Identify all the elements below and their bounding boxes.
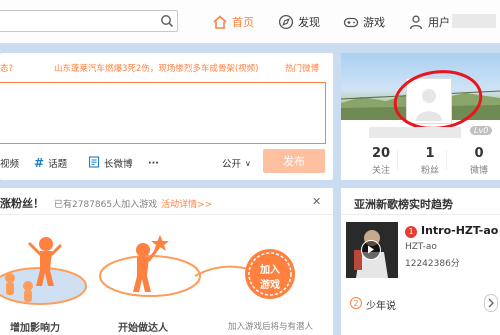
play-icon[interactable] bbox=[361, 240, 381, 260]
more-icon[interactable]: ··· bbox=[148, 156, 159, 170]
nav-label-home: 首页 bbox=[232, 16, 254, 29]
posts-label[interactable]: 微博 bbox=[464, 163, 494, 176]
rank-badge: 2 bbox=[350, 297, 362, 309]
ticker-news-link[interactable]: 山东蓬莱汽车燃爆3死2伤，现场惨烈多车成骨架(视频) bbox=[54, 62, 258, 74]
song-artist[interactable]: HZT-ao bbox=[405, 242, 437, 252]
following-label[interactable]: 关注 bbox=[366, 163, 396, 176]
step-expert-label: 开始做达人 bbox=[118, 323, 168, 334]
posts-count[interactable]: 0 bbox=[464, 146, 494, 161]
long-post-icon bbox=[88, 155, 100, 171]
next-arrow-icon[interactable] bbox=[484, 294, 498, 312]
post-textarea[interactable] bbox=[0, 82, 326, 144]
hashtag-icon: # bbox=[34, 156, 45, 170]
hot-posts-link[interactable]: 热门微博 bbox=[285, 62, 319, 74]
long-post-tool-label: 长微博 bbox=[104, 159, 133, 170]
stat-divider bbox=[397, 150, 398, 170]
post-button[interactable]: 发布 bbox=[263, 149, 325, 173]
close-icon[interactable]: ✕ bbox=[312, 195, 321, 208]
song-chart-title[interactable]: 亚洲新歌榜实时趋势 bbox=[354, 196, 453, 212]
annotation-red-circle bbox=[393, 70, 483, 130]
home-icon bbox=[212, 14, 228, 30]
join-badge-line1[interactable]: 加入 bbox=[260, 261, 280, 276]
nav-item-discover[interactable]: 发现 bbox=[278, 12, 320, 32]
fans-illustration bbox=[0, 235, 295, 305]
search-input[interactable] bbox=[0, 10, 178, 32]
tool-long-post[interactable]: 长微博 bbox=[88, 155, 133, 171]
nav-label-user: 用户 bbox=[428, 16, 450, 29]
song-title[interactable]: 少年说 bbox=[366, 297, 396, 312]
username-redacted bbox=[452, 14, 496, 28]
song-title[interactable]: Intro-HZT-ao bbox=[421, 224, 498, 237]
joined-count: 已有2787865人加入游戏 bbox=[54, 200, 158, 210]
chevron-down-icon: ∨ bbox=[245, 158, 251, 168]
visibility-select[interactable]: 公开 ∨ bbox=[222, 156, 251, 171]
compose-header: 态? 山东蓬莱汽车燃爆3死2伤，现场惨烈多车成骨架(视频) 热门微博 bbox=[0, 62, 333, 76]
nav-item-user[interactable]: 用户 bbox=[408, 12, 450, 32]
step-influence-label: 增加影响力 bbox=[10, 323, 60, 334]
fans-title: 涨粉丝！ bbox=[0, 197, 44, 210]
compass-icon bbox=[278, 14, 294, 30]
nav-item-game[interactable]: 游戏 bbox=[343, 12, 385, 32]
join-badge-line2[interactable]: 游戏 bbox=[260, 276, 280, 291]
fans-header: 涨粉丝！ 已有2787865人加入游戏 活动详情>> bbox=[0, 195, 212, 211]
join-footer-text: 加入游戏后将与有潜人 bbox=[228, 322, 314, 332]
fans-divider bbox=[0, 214, 333, 215]
stat-divider bbox=[446, 150, 447, 170]
video-tool-label: 视频 bbox=[0, 159, 20, 170]
charts-divider bbox=[341, 214, 500, 215]
compose-prompt: 态? bbox=[0, 64, 14, 74]
fans-label[interactable]: 粉丝 bbox=[415, 163, 445, 176]
user-icon bbox=[408, 14, 424, 30]
level-badge[interactable]: Lv0 bbox=[470, 126, 493, 135]
search-icon[interactable] bbox=[160, 14, 174, 28]
tool-topic[interactable]: # 话题 bbox=[34, 156, 67, 170]
nav-label-discover: 发现 bbox=[298, 16, 320, 29]
song-score: 12242386分 bbox=[405, 259, 460, 269]
game-controller-icon bbox=[343, 14, 359, 30]
topic-tool-label: 话题 bbox=[48, 159, 68, 170]
profile-name-redacted bbox=[369, 127, 461, 138]
visibility-label: 公开 bbox=[222, 159, 242, 170]
fans-count[interactable]: 1 bbox=[415, 146, 445, 161]
nav-item-home[interactable]: 首页 bbox=[212, 12, 254, 32]
rank-badge: 1 bbox=[405, 226, 417, 238]
following-count[interactable]: 20 bbox=[366, 146, 396, 161]
tool-video[interactable]: 视频 bbox=[0, 156, 19, 170]
details-link[interactable]: 活动详情>> bbox=[161, 197, 212, 210]
nav-label-game: 游戏 bbox=[363, 16, 385, 29]
more-tools-label: ··· bbox=[148, 157, 159, 169]
